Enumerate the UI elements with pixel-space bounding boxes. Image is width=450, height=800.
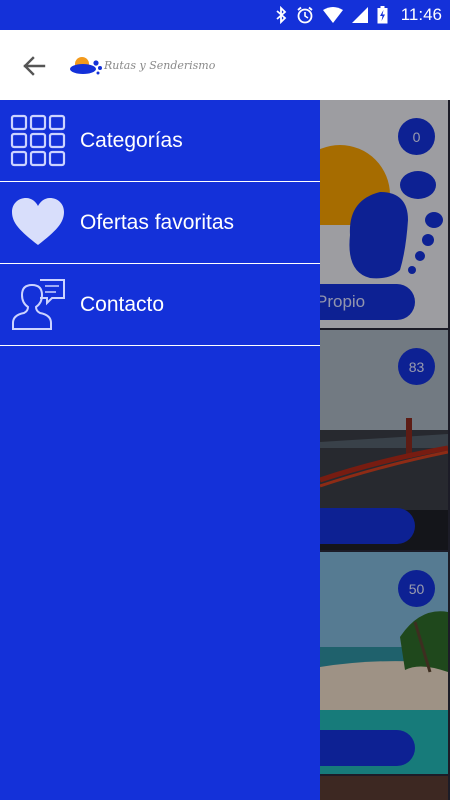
status-time: 11:46 <box>400 5 442 24</box>
drawer-item-contacto[interactable]: Contacto <box>0 264 320 346</box>
category-card[interactable]: 83 <box>320 330 448 550</box>
alarm-icon <box>297 6 313 24</box>
offer-count-badge: 83 <box>398 348 435 385</box>
offer-count-badge: 50 <box>398 570 435 607</box>
drawer-item-label: Contacto <box>80 292 165 316</box>
status-bar: 11:46 <box>0 0 450 30</box>
sun-cloud-logo-icon <box>70 57 102 75</box>
back-button[interactable] <box>18 50 50 82</box>
category-name-button[interactable]: Propio <box>320 284 415 320</box>
category-card[interactable]: 50 <box>320 552 448 774</box>
app-logo: Rutas y Senderismo <box>68 52 218 82</box>
offer-count-badge: 0 <box>398 118 435 155</box>
wifi-icon <box>322 7 343 23</box>
category-card[interactable]: 0 Propio <box>320 100 448 328</box>
drawer-item-label: Categorías <box>80 128 183 152</box>
signal-icon <box>351 7 368 23</box>
app-logo-text: Rutas y Senderismo <box>104 59 216 72</box>
category-name-button[interactable] <box>320 730 415 766</box>
drawer-item-label: Ofertas favoritas <box>80 210 235 234</box>
bluetooth-icon <box>276 6 287 24</box>
category-card[interactable] <box>320 776 448 800</box>
navigation-drawer: Categorías Ofertas favoritas Contacto <box>0 100 320 800</box>
app-bar: Rutas y Senderismo <box>0 30 450 100</box>
grid-icon <box>10 114 66 166</box>
heart-icon <box>12 197 64 245</box>
contact-person-icon <box>12 278 65 330</box>
drawer-item-categorias[interactable]: Categorías <box>0 100 320 182</box>
category-name-button[interactable] <box>320 508 415 544</box>
drawer-item-ofertas-favoritas[interactable]: Ofertas favoritas <box>0 182 320 264</box>
arrow-back-icon <box>23 56 46 76</box>
battery-charging-icon <box>377 6 388 24</box>
